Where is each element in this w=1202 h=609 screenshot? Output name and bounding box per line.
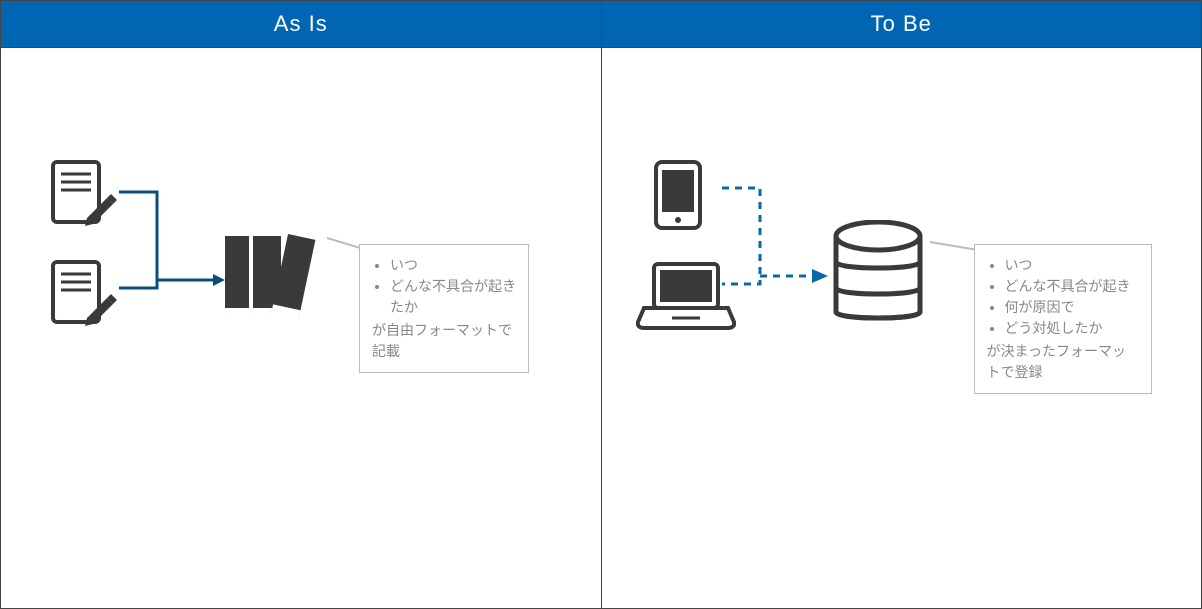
bullet-item: どう対処したか xyxy=(1005,318,1139,339)
bullet-item: どんな不具合が起きたか xyxy=(390,276,516,318)
bullet-item: いつ xyxy=(1005,255,1139,276)
phone-icon xyxy=(650,158,712,232)
database-icon xyxy=(828,220,928,330)
arrow-dashed-merge-icon xyxy=(720,184,830,304)
arrow-merge-icon xyxy=(117,188,227,308)
body-to-be: いつ どんな不具合が起き 何が原因で どう対処したか が決まったフォーマットで登… xyxy=(602,48,1202,608)
note-to-be: いつ どんな不具合が起き 何が原因で どう対処したか が決まったフォーマットで登… xyxy=(974,244,1152,394)
document-pen-icon xyxy=(49,258,117,328)
note-to-be-bullets: いつ どんな不具合が起き 何が原因で どう対処したか xyxy=(987,255,1139,339)
note-tail: が決まったフォーマットで登録 xyxy=(987,341,1139,383)
books-icon xyxy=(219,230,329,330)
body-as-is: いつ どんな不具合が起きたか が自由フォーマットで記載 xyxy=(1,48,601,608)
note-tail: が自由フォーマットで記載 xyxy=(372,320,516,362)
bullet-item: いつ xyxy=(390,255,516,276)
connector-line-icon xyxy=(930,238,978,254)
panel-as-is: As Is xyxy=(1,1,602,608)
header-as-is: As Is xyxy=(1,1,601,48)
panel-to-be: To Be xyxy=(602,1,1202,608)
header-to-be: To Be xyxy=(602,1,1202,48)
document-pen-icon xyxy=(49,158,117,228)
bullet-item: どんな不具合が起き xyxy=(1005,276,1139,297)
note-as-is-bullets: いつ どんな不具合が起きたか xyxy=(372,255,516,318)
note-as-is: いつ どんな不具合が起きたか が自由フォーマットで記載 xyxy=(359,244,529,373)
diagram-container: As Is xyxy=(0,0,1202,609)
bullet-item: 何が原因で xyxy=(1005,297,1139,318)
